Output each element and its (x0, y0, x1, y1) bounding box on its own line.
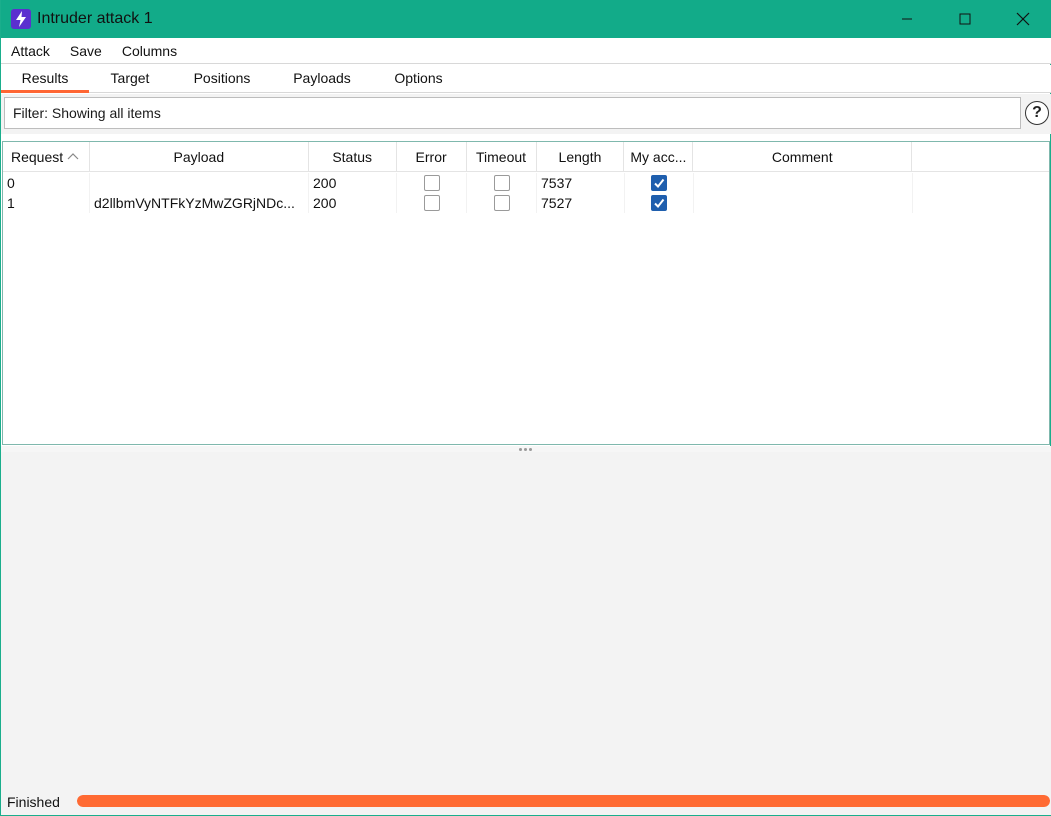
menu-save[interactable]: Save (60, 43, 112, 59)
burp-lightning-icon (11, 9, 31, 29)
cell-error (397, 173, 467, 193)
cell-payload (90, 173, 309, 193)
table-body: 0 200 7537 1 d2llbmVyNTFkYzMwZGRjNDc... … (3, 173, 1049, 213)
cell-comment[interactable] (694, 193, 913, 213)
minimize-icon (902, 18, 912, 20)
error-checkbox[interactable] (423, 195, 440, 211)
tab-bar: Results Target Positions Payloads Option… (1, 65, 1051, 93)
filter-row: Filter: Showing all items ? (1, 94, 1051, 134)
column-header-status[interactable]: Status (309, 142, 397, 172)
column-header-payload[interactable]: Payload (90, 142, 309, 172)
close-button[interactable] (994, 0, 1051, 38)
close-icon (1016, 12, 1030, 26)
error-checkbox[interactable] (423, 175, 440, 191)
progress-bar (77, 795, 1050, 807)
tab-positions[interactable]: Positions (171, 64, 273, 92)
cell-timeout (467, 193, 537, 213)
tab-results[interactable]: Results (1, 64, 89, 93)
title-bar: Intruder attack 1 (1, 0, 1051, 38)
cell-my-acc (625, 173, 694, 193)
checkmark-icon (654, 178, 665, 189)
cell-status: 200 (309, 193, 397, 213)
splitter-grip-icon[interactable] (519, 448, 532, 451)
table-row[interactable]: 1 d2llbmVyNTFkYzMwZGRjNDc... 200 7527 (3, 193, 1049, 213)
sort-ascending-icon (67, 151, 79, 163)
help-icon[interactable]: ? (1025, 101, 1049, 125)
timeout-checkbox[interactable] (493, 175, 510, 191)
request-response-pane (1, 452, 1051, 788)
tab-payloads[interactable]: Payloads (273, 64, 371, 92)
column-header-timeout[interactable]: Timeout (467, 142, 537, 172)
progress-bar-fill (77, 795, 1050, 807)
cell-length: 7527 (537, 193, 625, 213)
checkmark-icon (654, 198, 665, 209)
window-title: Intruder attack 1 (37, 10, 153, 27)
my-acc-checkbox[interactable] (651, 195, 667, 211)
menu-attack[interactable]: Attack (1, 43, 60, 59)
cell-my-acc (625, 193, 694, 213)
cell-request: 0 (3, 173, 90, 193)
timeout-checkbox[interactable] (493, 195, 510, 211)
tab-options[interactable]: Options (371, 64, 466, 92)
menu-columns[interactable]: Columns (112, 43, 187, 59)
maximize-icon (959, 13, 971, 25)
menu-bar: Attack Save Columns (1, 38, 1051, 64)
cell-error (397, 193, 467, 213)
tab-target[interactable]: Target (89, 64, 171, 92)
my-acc-checkbox[interactable] (651, 175, 667, 191)
maximize-button[interactable] (936, 0, 994, 38)
table-row[interactable]: 0 200 7537 (3, 173, 1049, 193)
table-header: Request Payload Status Error Timeout Len… (3, 142, 1049, 172)
status-text: Finished (7, 793, 60, 810)
cell-status: 200 (309, 173, 397, 193)
cell-payload: d2llbmVyNTFkYzMwZGRjNDc... (90, 193, 309, 213)
column-header-length[interactable]: Length (537, 142, 625, 172)
column-header-request[interactable]: Request (3, 142, 90, 172)
filter-bar[interactable]: Filter: Showing all items (4, 97, 1021, 129)
cell-length: 7537 (537, 173, 625, 193)
status-bar: Finished (1, 788, 1051, 815)
results-table: Request Payload Status Error Timeout Len… (2, 141, 1050, 445)
column-header-comment[interactable]: Comment (693, 142, 913, 172)
minimize-button[interactable] (878, 0, 936, 38)
column-header-extra (912, 142, 1049, 172)
cell-timeout (467, 173, 537, 193)
cell-comment[interactable] (694, 173, 913, 193)
cell-request: 1 (3, 193, 90, 213)
column-header-my-acc[interactable]: My acc... (624, 142, 694, 172)
column-header-error[interactable]: Error (397, 142, 467, 172)
